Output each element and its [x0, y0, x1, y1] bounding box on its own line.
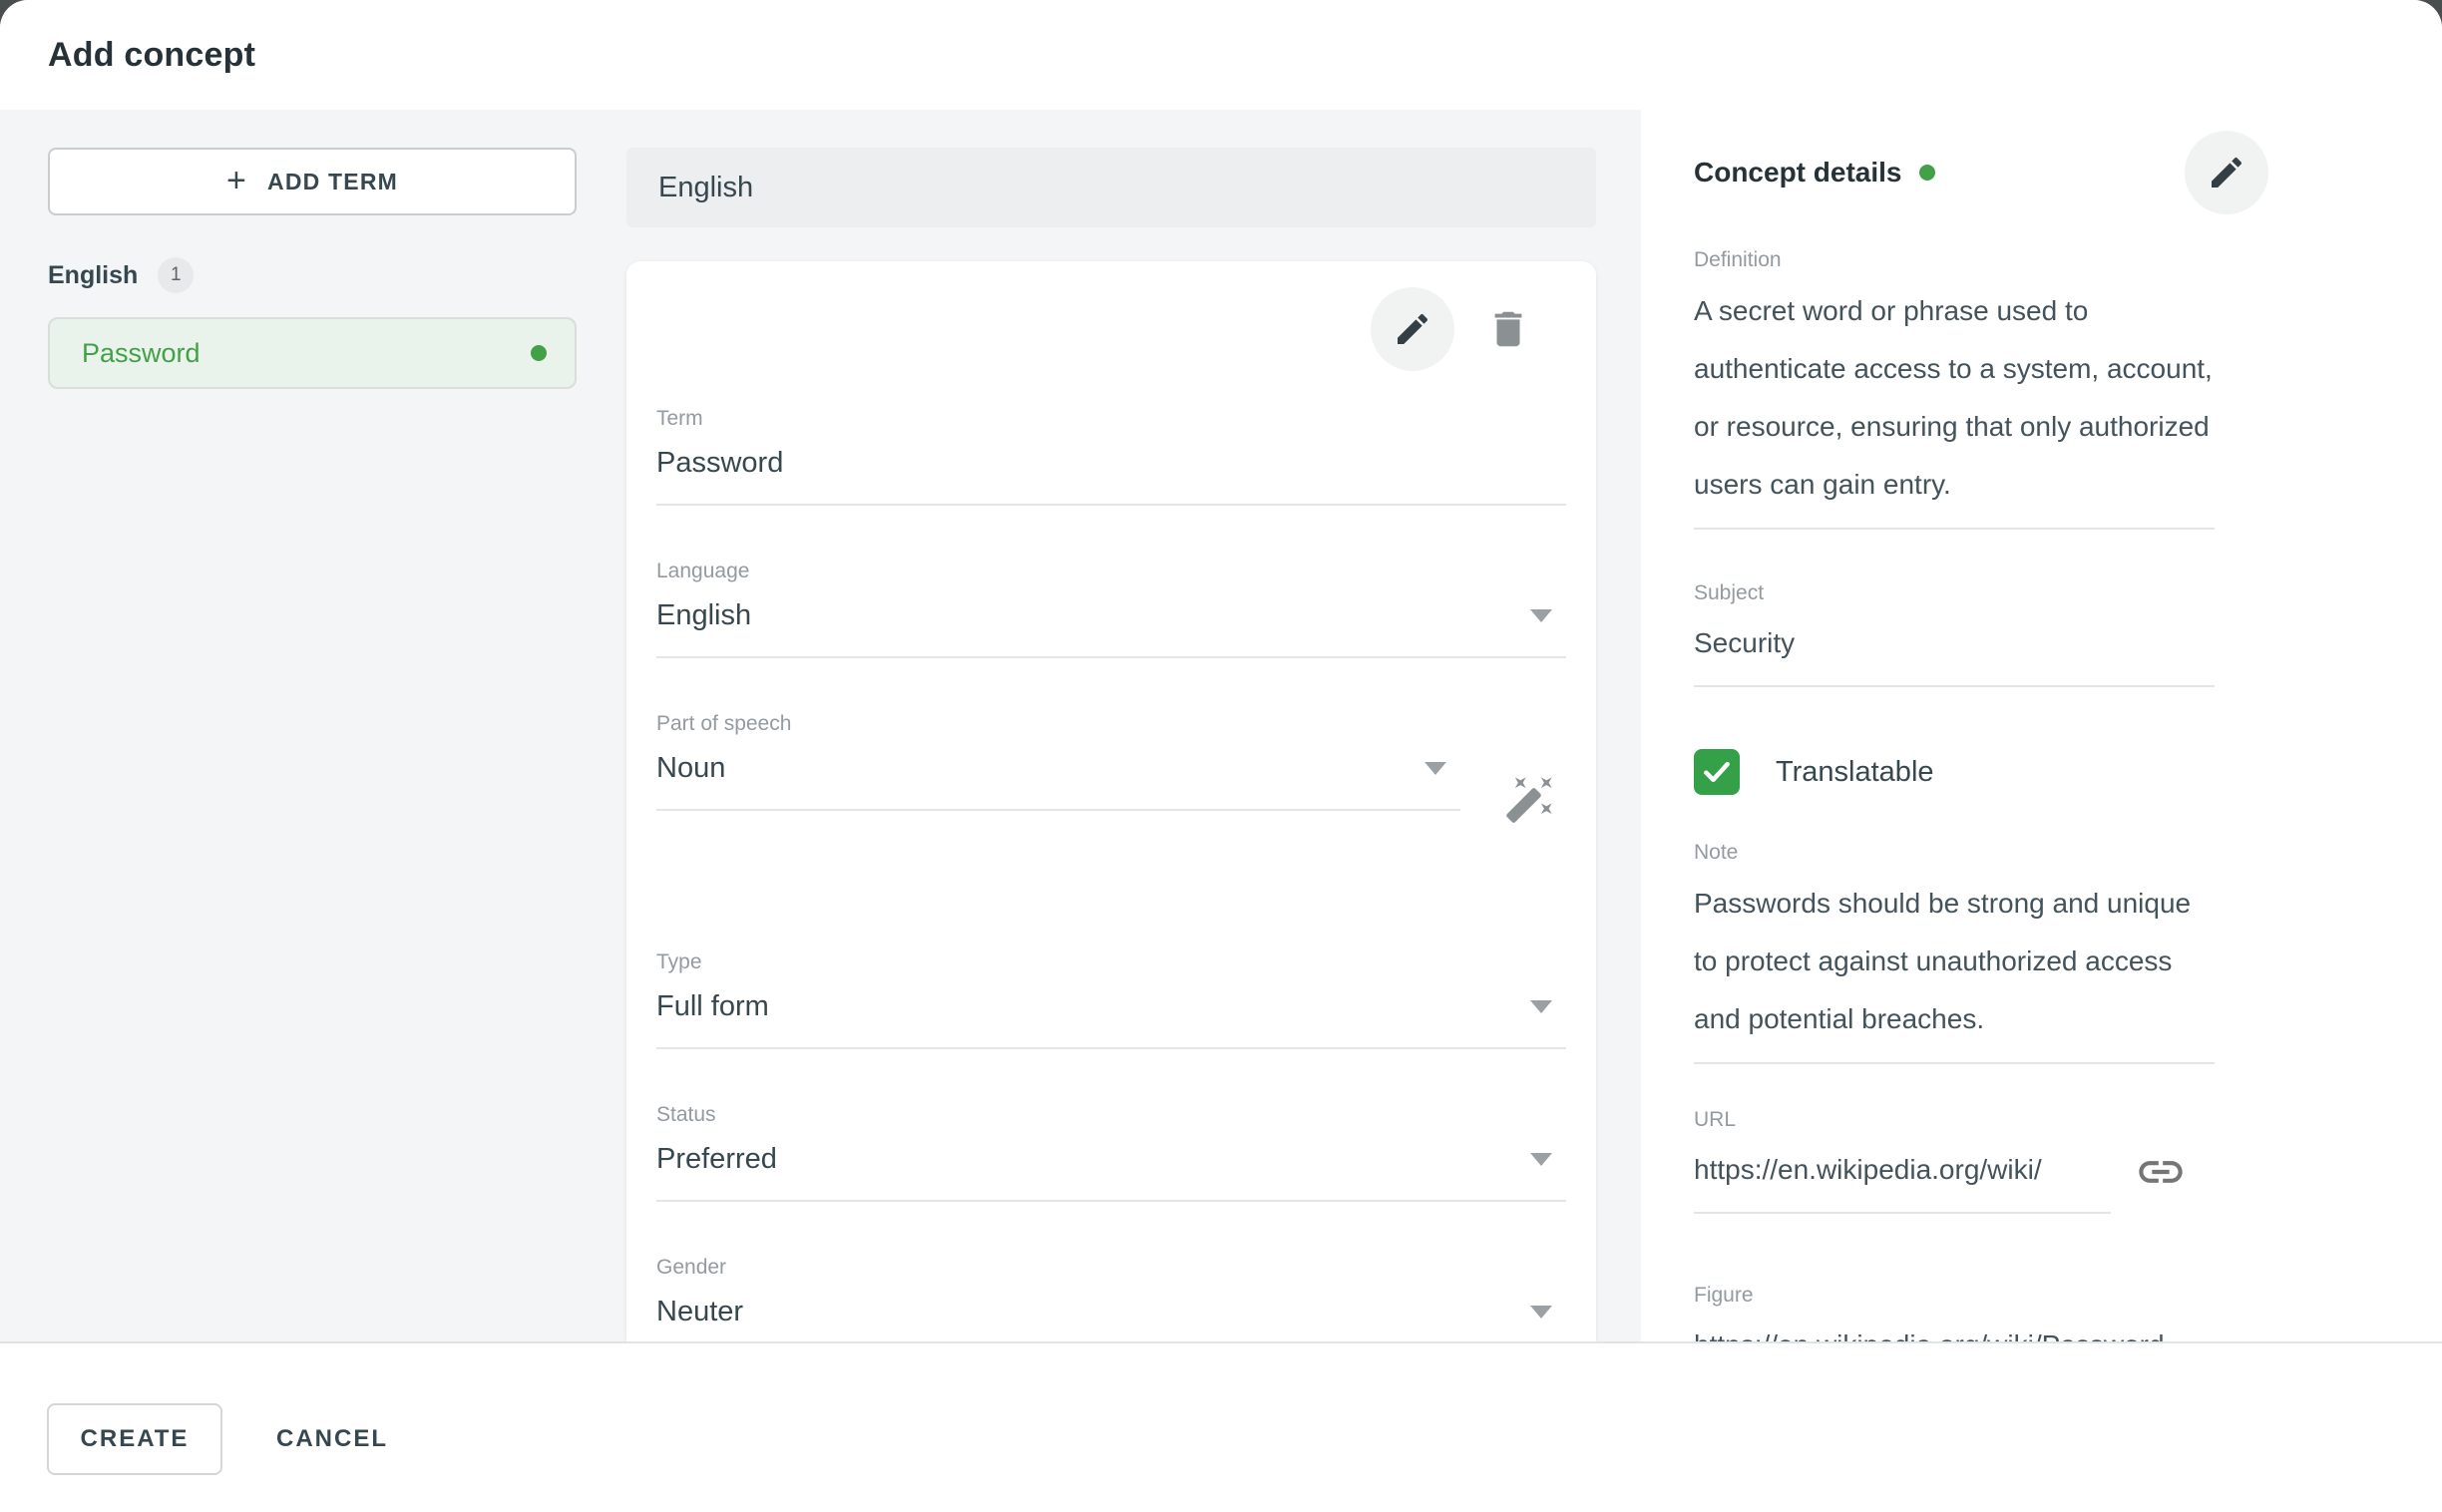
language-field: Language English: [656, 560, 1566, 658]
definition-input[interactable]: A secret word or phrase used to authenti…: [1694, 282, 2215, 530]
add-term-button-label: ADD TERM: [267, 169, 398, 195]
part-of-speech-field: Part of speech Noun: [656, 712, 1460, 811]
editor-language-header-label: English: [658, 172, 753, 204]
gender-field: Gender Neuter: [656, 1256, 1566, 1341]
url-input[interactable]: https://en.wikipedia.org/wiki/: [1694, 1150, 2111, 1214]
chevron-down-icon: [1530, 1153, 1552, 1166]
term-count-badge: 1: [158, 257, 194, 293]
subject-field: Subject Security: [1694, 581, 2215, 687]
type-select-value: Full form: [656, 990, 769, 1023]
screen: Add concept + ADD TERM English 1 Passwor…: [0, 0, 2442, 1512]
open-link-button[interactable]: [2133, 1144, 2189, 1200]
terms-sidebar: + ADD TERM English 1 Password: [0, 110, 626, 1341]
dialog-header: Add concept: [0, 0, 2442, 110]
language-select-value: English: [656, 599, 751, 632]
concept-details-content: Concept details Definition A secret word…: [1694, 131, 2215, 1389]
chevron-down-icon: [1530, 1000, 1552, 1013]
dialog-title: Add concept: [48, 36, 255, 75]
link-icon: [2135, 1146, 2187, 1198]
type-field-label: Type: [656, 950, 1566, 974]
part-of-speech-select-value: Noun: [656, 752, 725, 785]
create-button[interactable]: CREATE: [47, 1403, 222, 1475]
checkmark-icon: [1700, 755, 1734, 789]
status-field: Status Preferred: [656, 1103, 1566, 1202]
concept-details-panel: Concept details Definition A secret word…: [1641, 110, 2442, 1341]
magic-wand-icon: [1504, 773, 1556, 825]
pencil-icon: [2207, 153, 2246, 192]
chevron-down-icon: [1424, 762, 1446, 775]
term-field-label: Term: [656, 407, 1566, 431]
concept-details-title: Concept details: [1694, 157, 1901, 189]
gender-field-label: Gender: [656, 1256, 1566, 1280]
trash-icon: [1485, 306, 1531, 352]
edit-term-button[interactable]: [1371, 287, 1454, 371]
note-field-label: Note: [1694, 841, 2215, 865]
subject-input[interactable]: Security: [1694, 623, 2215, 687]
term-editor-column: English Term: [626, 110, 1641, 1341]
part-of-speech-select[interactable]: Noun: [656, 752, 1460, 811]
term-input[interactable]: Password: [656, 447, 1566, 506]
status-select[interactable]: Preferred: [656, 1143, 1566, 1202]
figure-field-label: Figure: [1694, 1284, 2215, 1308]
url-field: URL https://en.wikipedia.org/wiki/: [1694, 1108, 2111, 1214]
term-field: Term Password: [656, 407, 1566, 506]
term-card-actions: [656, 287, 1566, 371]
gender-select[interactable]: Neuter: [656, 1296, 1566, 1341]
concept-status-dot: [1919, 165, 1935, 181]
language-group-header: English 1: [48, 257, 577, 293]
note-field: Note Passwords should be strong and uniq…: [1694, 841, 2215, 1064]
term-status-dot: [531, 345, 547, 361]
chevron-down-icon: [1530, 1306, 1552, 1319]
type-select[interactable]: Full form: [656, 990, 1566, 1049]
definition-field-label: Definition: [1694, 248, 2215, 272]
term-editor-card: Term Password Language English: [626, 261, 1596, 1341]
term-fields: Term Password Language English: [656, 407, 1566, 1341]
part-of-speech-row: Part of speech Noun: [656, 712, 1566, 865]
edit-concept-button[interactable]: [2185, 131, 2268, 214]
part-of-speech-field-label: Part of speech: [656, 712, 1460, 736]
editor-language-header: English: [626, 148, 1596, 227]
translatable-label: Translatable: [1776, 756, 1934, 789]
note-input[interactable]: Passwords should be strong and unique to…: [1694, 875, 2215, 1064]
term-list-item-label: Password: [82, 338, 201, 369]
chevron-down-icon: [1530, 609, 1552, 622]
checkbox-checked-icon[interactable]: [1694, 749, 1740, 795]
term-input-value: Password: [656, 447, 783, 480]
subject-field-label: Subject: [1694, 581, 2215, 605]
status-field-label: Status: [656, 1103, 1566, 1127]
delete-term-button[interactable]: [1466, 287, 1550, 371]
dialog-footer: CREATE CANCEL: [0, 1341, 2442, 1512]
status-select-value: Preferred: [656, 1143, 777, 1176]
auto-detect-button[interactable]: [1500, 769, 1560, 829]
concept-details-header: Concept details: [1694, 131, 2268, 214]
pencil-icon: [1393, 309, 1432, 349]
add-term-button[interactable]: + ADD TERM: [48, 148, 577, 215]
add-concept-dialog: Add concept + ADD TERM English 1 Passwor…: [0, 0, 2442, 1512]
dialog-body: + ADD TERM English 1 Password English: [0, 110, 2442, 1341]
term-list-item[interactable]: Password: [48, 317, 577, 389]
url-field-label: URL: [1694, 1108, 2111, 1132]
gender-select-value: Neuter: [656, 1296, 743, 1328]
plus-icon: +: [226, 164, 247, 197]
translatable-checkbox-row[interactable]: Translatable: [1694, 749, 2215, 795]
cancel-button[interactable]: CANCEL: [264, 1403, 400, 1475]
language-field-label: Language: [656, 560, 1566, 583]
type-field: Type Full form: [656, 950, 1566, 1049]
language-group-label: English: [48, 261, 138, 290]
definition-field: Definition A secret word or phrase used …: [1694, 248, 2215, 530]
url-row: URL https://en.wikipedia.org/wiki/: [1694, 1108, 2215, 1214]
language-select[interactable]: English: [656, 599, 1566, 658]
